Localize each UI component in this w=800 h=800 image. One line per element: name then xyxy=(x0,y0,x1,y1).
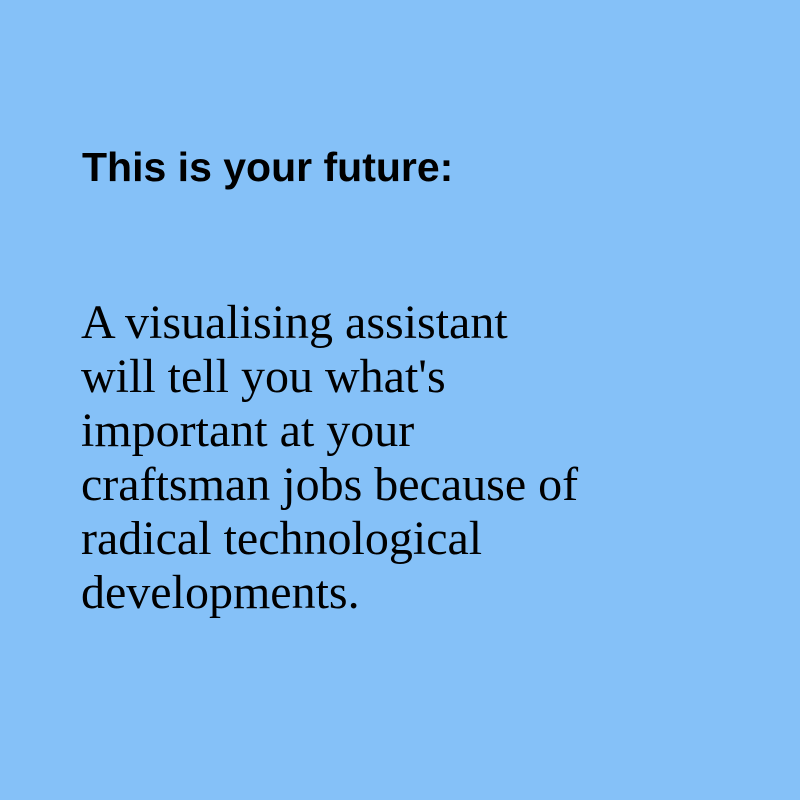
body-paragraph: A visualising assistant will tell you wh… xyxy=(81,296,761,620)
body-line: radical technological xyxy=(81,512,483,565)
body-line: developments. xyxy=(81,566,360,619)
body-line: A visualising assistant xyxy=(81,296,508,349)
body-line: important at your xyxy=(81,404,415,457)
body-line: will tell you what's xyxy=(81,350,446,403)
slide-card: This is your future: A visualising assis… xyxy=(0,0,800,800)
body-line: craftsman jobs because of xyxy=(81,458,579,511)
heading: This is your future: xyxy=(82,144,454,190)
